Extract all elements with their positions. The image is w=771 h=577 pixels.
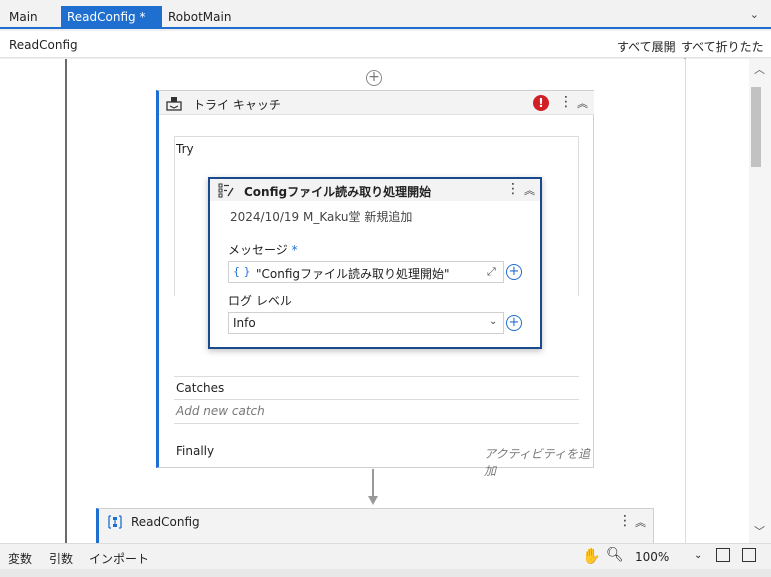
expression-icon: { }: [233, 265, 251, 278]
required-mark: *: [291, 243, 298, 257]
collapse-icon[interactable]: ︽: [635, 514, 646, 530]
workflow-icon: [108, 515, 122, 529]
log-message-activity[interactable]: Configファイル読み取り処理開始 ⋮ ︽ 2024/10/19 M_Kaku…: [208, 177, 542, 349]
activity-annotation[interactable]: 2024/10/19 M_Kaku堂 新規追加: [230, 208, 412, 225]
arguments-tab[interactable]: 引数: [49, 550, 73, 567]
more-vert-icon[interactable]: ⋮: [559, 94, 573, 110]
activity-title: Configファイル読み取り処理開始: [244, 185, 432, 199]
vertical-scrollbar[interactable]: ︿ ﹀: [749, 59, 771, 543]
collapse-icon[interactable]: ︽: [524, 182, 535, 198]
expand-icon[interactable]: ⤢: [487, 265, 496, 279]
designer-canvas[interactable]: + トライ キャッチ ! ⋮ ︽ Try Catches Add new cat…: [0, 59, 771, 543]
breadcrumb-bar: ReadConfig すべて展開 すべて折りたたむ: [0, 31, 771, 71]
chevron-down-icon[interactable]: ⌄: [694, 550, 702, 561]
add-circle-icon[interactable]: +: [366, 70, 382, 86]
plus-circle-icon[interactable]: +: [506, 315, 522, 331]
divider: [174, 376, 579, 377]
chevron-down-icon[interactable]: ⌄: [750, 8, 759, 21]
add-activity-placeholder[interactable]: アクティビティを追加: [484, 445, 593, 479]
status-bar: 変数 引数 インポート ✋ 🔍︎ 100% ⌄: [0, 543, 771, 569]
log-level-label: ログ レベル: [228, 294, 292, 308]
add-new-catch-link[interactable]: Add new catch: [176, 404, 265, 418]
tab-label: RobotMain: [168, 10, 232, 24]
breadcrumb[interactable]: ReadConfig: [9, 38, 78, 52]
more-vert-icon[interactable]: ⋮: [506, 181, 520, 197]
tab-robotmain[interactable]: RobotMain: [162, 6, 237, 29]
tab-label: Main: [9, 10, 38, 24]
scroll-up-icon[interactable]: ︿: [754, 61, 765, 77]
chevron-down-icon: ⌄: [489, 316, 498, 327]
finally-label: Finally: [176, 444, 215, 458]
collapse-icon[interactable]: ︽: [577, 95, 588, 111]
zoom-icon[interactable]: 🔍︎: [606, 547, 624, 563]
log-level-value: Info: [233, 316, 256, 330]
zoom-level[interactable]: 100%: [635, 550, 669, 564]
error-icon[interactable]: !: [533, 95, 549, 111]
invoke-workflow-activity[interactable]: ReadConfig ⋮ ︽: [96, 508, 654, 543]
hand-icon[interactable]: ✋: [582, 547, 601, 565]
scroll-thumb[interactable]: [751, 87, 761, 167]
tab-main[interactable]: Main: [3, 6, 44, 29]
more-vert-icon[interactable]: ⋮: [618, 513, 632, 529]
message-field[interactable]: { } "Configファイル読み取り処理開始" ⤢: [228, 261, 504, 283]
log-message-header[interactable]: Configファイル読み取り処理開始 ⋮ ︽: [210, 179, 540, 201]
expand-all-button[interactable]: すべて展開: [617, 38, 676, 55]
try-label: Try: [176, 142, 194, 156]
tab-label: ReadConfig *: [67, 10, 146, 24]
message-label-text: メッセージ: [228, 243, 288, 257]
try-catch-header[interactable]: トライ キャッチ ! ⋮ ︽: [159, 91, 594, 115]
activity-title: ReadConfig: [131, 515, 200, 529]
log-message-icon: [218, 183, 234, 198]
activity-title: トライ キャッチ: [193, 98, 281, 112]
log-level-select[interactable]: Info ⌄: [228, 312, 504, 334]
variables-tab[interactable]: 変数: [8, 550, 32, 567]
tab-readconfig[interactable]: ReadConfig * ✕: [61, 6, 162, 48]
trycatch-icon: [166, 97, 182, 111]
catches-label: Catches: [176, 381, 225, 395]
fit-screen-icon[interactable]: [716, 548, 730, 562]
window-bottom-edge: [0, 569, 771, 577]
message-value: "Configファイル読み取り処理開始": [256, 267, 450, 281]
document-tab-bar: Main ReadConfig * ✕ RobotMain ⌄: [0, 0, 771, 48]
scroll-down-icon[interactable]: ﹀: [754, 523, 765, 539]
divider: [174, 399, 579, 400]
flow-connector: [372, 469, 374, 499]
arrow-down-icon: [368, 496, 378, 505]
overview-icon[interactable]: [742, 548, 756, 562]
message-label: メッセージ *: [228, 241, 298, 258]
divider: [174, 423, 579, 424]
plus-circle-icon[interactable]: +: [506, 264, 522, 280]
imports-tab[interactable]: インポート: [89, 550, 149, 567]
